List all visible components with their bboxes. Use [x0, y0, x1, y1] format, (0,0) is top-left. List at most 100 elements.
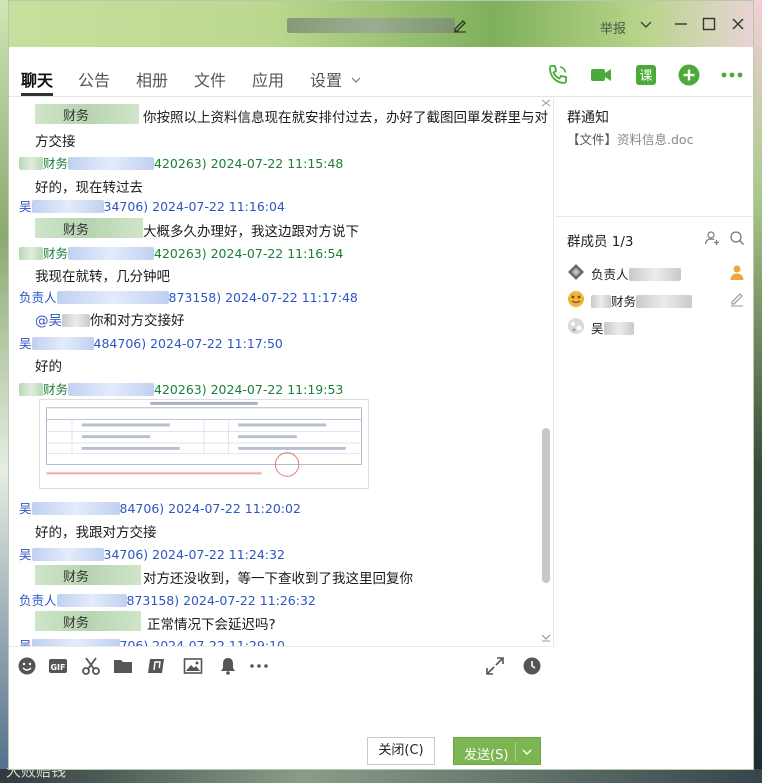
minimize-button[interactable] [673, 16, 689, 32]
message-text: 对方还没收到，等一下查收到了我这里回复你 [143, 571, 413, 587]
send-button[interactable]: 发送(S) [453, 737, 541, 765]
chat-window: 群聊 举报 聊天 公告 相册 文件 应用 设置 [8, 0, 754, 770]
search-icon[interactable] [729, 230, 745, 246]
chat-scrollbar[interactable] [542, 428, 550, 583]
desktop-left-edge [0, 0, 8, 783]
emoji-icon[interactable] [17, 656, 37, 676]
member-item[interactable]: 吴 [567, 315, 751, 337]
more-icon[interactable] [720, 63, 744, 87]
message-header[interactable]: 财务 420263) 2024-07-22 11:16:54 [19, 243, 343, 262]
window-title: 群聊 [287, 18, 455, 33]
edit-title-icon[interactable] [452, 17, 468, 33]
member-item[interactable]: 财务 [567, 288, 751, 310]
mention: @吴 [35, 313, 62, 329]
message-header[interactable]: 负责人 873158) 2024-07-22 11:17:48 [19, 287, 358, 306]
message-text: @吴 你和对方交接好 [35, 313, 185, 329]
send-divider [515, 742, 516, 762]
timestamp: 2024-07-22 11:24:32 [152, 547, 285, 562]
image-icon[interactable] [183, 656, 203, 676]
desktop-bottom-edge [0, 769, 762, 783]
sender-chip: 财务 [35, 104, 139, 124]
member-name: 吴 [591, 318, 634, 337]
title-bar[interactable]: 群聊 举报 [9, 1, 753, 47]
avatar [568, 264, 584, 280]
edit-icon [731, 293, 743, 307]
sender-chip: 财务 [35, 565, 141, 585]
member-item[interactable]: 负责人 [567, 261, 751, 283]
course-icon[interactable]: 课 [634, 63, 658, 87]
phone-icon[interactable] [546, 63, 570, 87]
message-header[interactable]: 吴 34706) 2024-07-22 11:24:32 [19, 544, 285, 563]
expand-icon[interactable] [485, 656, 505, 676]
gif-icon[interactable]: GIF [48, 656, 68, 676]
message-text: 你按照以上资料信息现在就安排付过去，办好了截图回單发群里与对 [143, 110, 548, 126]
message-header[interactable]: 吴 706) 2024-07-22 11:29:10 [19, 635, 285, 646]
timestamp: 2024-07-22 11:26:32 [183, 593, 316, 608]
folder-icon[interactable] [113, 656, 133, 676]
message-text: 方交接 [35, 134, 76, 150]
tab-album[interactable]: 相册 [136, 67, 168, 91]
message-header[interactable]: 财务 420263) 2024-07-22 11:19:53 [19, 379, 343, 398]
group-notice-title: 群通知 [567, 110, 609, 126]
maximize-button[interactable] [701, 16, 717, 32]
message-header[interactable]: 吴 484706) 2024-07-22 11:17:50 [19, 333, 283, 352]
active-tab-indicator [21, 93, 53, 96]
close-chat-button[interactable]: 关闭(C) [367, 737, 435, 765]
group-notice-body[interactable]: 【文件】资料信息.doc [567, 129, 693, 148]
chevron-down-icon[interactable] [521, 746, 533, 758]
timestamp: 2024-07-22 11:20:02 [168, 501, 301, 516]
scroll-down-icon[interactable] [540, 632, 552, 642]
sender-chip: 财务 [35, 611, 141, 631]
message-header[interactable]: 吴 84706) 2024-07-22 11:20:02 [19, 498, 301, 517]
timestamp: 2024-07-22 11:16:04 [152, 199, 285, 214]
group-members-title: 群成员 1/3 [567, 234, 634, 250]
screenshot-scissors-icon[interactable] [81, 656, 101, 676]
report-button[interactable]: 举报 [600, 18, 626, 37]
timestamp: 2024-07-22 11:17:48 [225, 290, 358, 305]
receipt-image[interactable] [39, 399, 369, 489]
side-panel: 群通知 【文件】资料信息.doc 群成员 1/3 负责人 财务 吴 [555, 98, 753, 769]
tab-announcement[interactable]: 公告 [78, 67, 110, 91]
member-name: 负责人 [591, 264, 681, 283]
member-name: 财务 [591, 291, 693, 310]
history-clock-icon[interactable] [522, 656, 542, 676]
tab-files[interactable]: 文件 [194, 67, 226, 91]
chevron-down-icon[interactable] [639, 17, 653, 31]
tab-settings-label: 设置 [310, 71, 343, 90]
message-text: 好的，我跟对方交接 [35, 525, 157, 541]
video-call-icon[interactable] [589, 63, 613, 87]
tab-settings[interactable]: 设置 [310, 67, 361, 91]
avatar [568, 291, 584, 307]
close-window-button[interactable] [730, 16, 746, 32]
avatar [568, 318, 584, 334]
chevron-down-icon [351, 77, 361, 83]
timestamp: 2024-07-22 11:17:50 [150, 336, 283, 351]
timestamp: 2024-07-22 11:29:10 [152, 638, 286, 646]
tab-apps[interactable]: 应用 [252, 67, 284, 91]
message-header[interactable]: 负责人 873158) 2024-07-22 11:26:32 [19, 590, 316, 609]
svg-text:GIF: GIF [50, 663, 65, 672]
owner-icon [730, 265, 744, 280]
message-text: 好的，现在转过去 [35, 180, 143, 196]
timestamp: 2024-07-22 11:16:54 [210, 246, 344, 261]
message-text: 正常情况下会延迟吗? [147, 617, 276, 633]
svg-text:课: 课 [639, 69, 652, 84]
tab-bar: 聊天 公告 相册 文件 应用 设置 课 [9, 47, 753, 97]
timestamp: 2024-07-22 11:19:53 [210, 382, 344, 397]
sender-chip: 财务 [35, 218, 143, 238]
timestamp: 2024-07-22 11:15:48 [210, 156, 344, 171]
divider [555, 216, 753, 217]
scroll-up-icon[interactable] [540, 98, 552, 108]
bell-icon[interactable] [218, 656, 238, 676]
music-icon[interactable] [147, 656, 167, 676]
message-header[interactable]: 财务 420263) 2024-07-22 11:15:48 [19, 153, 343, 172]
message-text: 大概多久办理好，我这边跟对方说下 [143, 224, 359, 240]
add-member-icon[interactable] [704, 230, 720, 246]
more-icon[interactable] [249, 656, 269, 676]
tab-chat[interactable]: 聊天 [21, 67, 53, 91]
chat-history[interactable]: 财务 你按照以上资料信息现在就安排付过去，办好了截图回單发群里与对 方交接 财务… [9, 98, 554, 646]
message-header[interactable]: 吴 34706) 2024-07-22 11:16:04 [19, 196, 285, 215]
input-toolbar: GIF [9, 646, 554, 686]
add-icon[interactable] [677, 63, 701, 87]
send-label: 发送(S) [464, 748, 509, 763]
